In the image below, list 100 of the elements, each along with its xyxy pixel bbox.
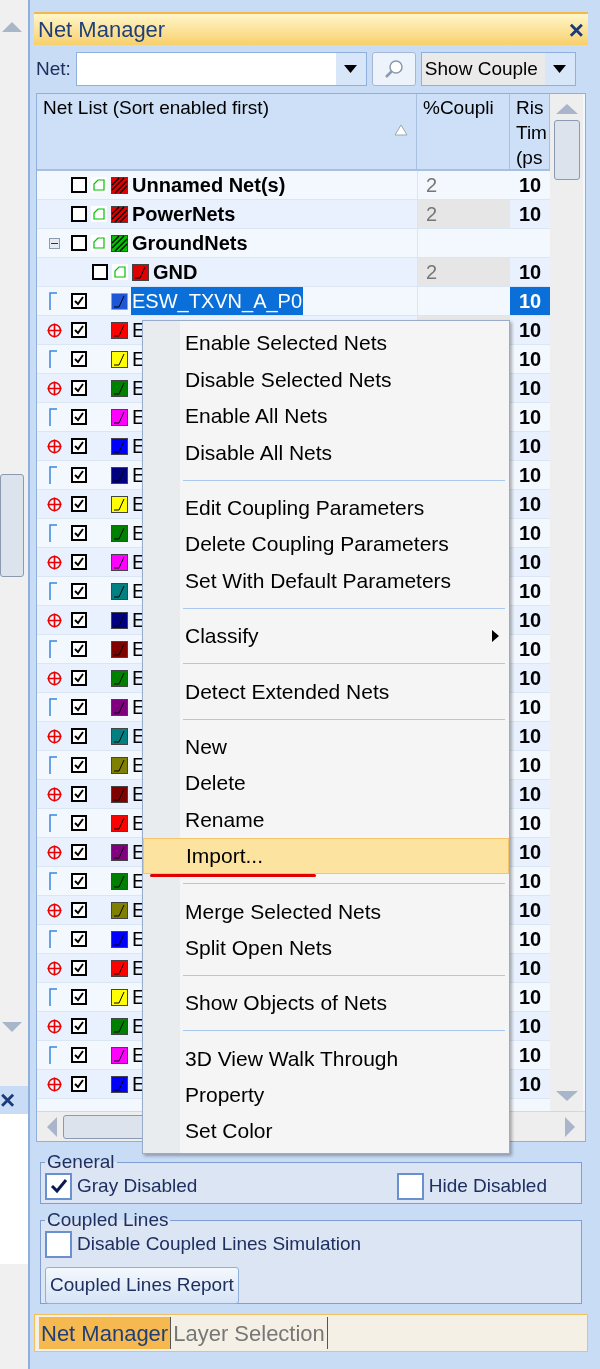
scroll-thumb[interactable] (553, 120, 580, 180)
menu-item[interactable]: Delete (143, 764, 509, 802)
rise-time-cell-text: 10 (519, 608, 542, 633)
checkbox[interactable] (396, 1172, 424, 1200)
checkbox[interactable] (71, 873, 87, 889)
net-name[interactable]: ESW_TXVN_A_P0 (131, 287, 304, 315)
scroll-down-icon (555, 1091, 578, 1103)
checkbox[interactable] (71, 815, 87, 831)
group-title: General (46, 1152, 116, 1172)
menu-item[interactable]: Show Objects of Nets (143, 984, 509, 1022)
checkbox[interactable] (71, 380, 87, 396)
column-header[interactable]: Net List (Sort enabled first) (37, 94, 417, 169)
checkbox[interactable] (71, 699, 87, 715)
bottom-tab[interactable]: Net Manager (39, 1317, 172, 1349)
vertical-scrollbar[interactable] (550, 94, 583, 1111)
menu-item[interactable]: Merge Selected Nets (143, 893, 509, 930)
net-name[interactable]: GroundNets (131, 229, 249, 257)
checkbox[interactable] (45, 1172, 72, 1200)
checkbox[interactable] (71, 1076, 87, 1092)
checkbox[interactable] (71, 844, 87, 860)
outline-icon (91, 235, 107, 251)
menu-item[interactable]: Enable All Nets (143, 397, 509, 435)
net-name[interactable]: PowerNets (131, 200, 237, 228)
menu-item[interactable]: Property (143, 1076, 509, 1114)
crosshair-icon (46, 496, 62, 512)
menu-item[interactable]: Disable All Nets (143, 434, 509, 471)
checkbox[interactable] (71, 757, 87, 773)
rise-time-cell-text: 10 (519, 811, 542, 836)
rise-time-cell-text: 10 (519, 579, 542, 604)
checkbox[interactable] (71, 931, 87, 947)
checkmark-icon (74, 354, 84, 364)
bottom-tab[interactable]: Layer Selection (171, 1317, 328, 1349)
crosshair-icon (46, 322, 62, 338)
search-button[interactable] (371, 52, 416, 86)
panel-title: Net Manager (38, 16, 166, 44)
rise-time-cell-text: 10 (519, 434, 542, 459)
checkbox[interactable] (71, 409, 87, 425)
menu-item[interactable]: Disable Selected Nets (143, 361, 509, 398)
checkbox[interactable] (71, 467, 87, 483)
checkbox[interactable] (71, 1047, 87, 1063)
checkmark-icon (74, 963, 84, 973)
net-name[interactable]: GND (152, 258, 199, 286)
checkmark-icon (74, 731, 84, 741)
rise-time-cell-text: 10 (519, 898, 542, 923)
checkbox[interactable] (71, 351, 87, 367)
checkmark-icon (74, 1079, 84, 1089)
caret-icon (553, 65, 567, 73)
coupled-lines-report-button[interactable]: Coupled Lines Report (45, 1266, 239, 1304)
collapse-toggle[interactable] (48, 237, 60, 249)
checkbox[interactable] (71, 496, 87, 512)
crosshair-icon (46, 1076, 62, 1092)
checkmark-icon (74, 818, 84, 828)
checkbox[interactable] (45, 1230, 72, 1258)
menu-item[interactable]: Split Open Nets (143, 929, 509, 966)
net-combo-field[interactable] (75, 52, 367, 86)
checkbox[interactable] (71, 554, 87, 570)
rise-time-cell-text: 10 (519, 463, 542, 488)
checkbox[interactable] (71, 438, 87, 454)
sort-arrow-icon (394, 124, 408, 136)
checkmark-icon (74, 499, 84, 509)
menu-item[interactable]: Detect Extended Nets (143, 673, 509, 710)
menu-item[interactable]: Rename (143, 801, 509, 838)
checkbox[interactable] (71, 583, 87, 599)
checkbox[interactable] (71, 293, 87, 309)
checkbox[interactable] (71, 525, 87, 541)
checkbox[interactable] (92, 264, 108, 280)
menu-item[interactable]: Set With Default Parameters (143, 562, 509, 599)
view-dropdown[interactable]: Show Couple (420, 52, 576, 86)
checkbox[interactable] (71, 612, 87, 628)
checkbox[interactable] (71, 235, 87, 251)
checkbox[interactable] (71, 902, 87, 918)
menu-item[interactable]: Classify (143, 617, 509, 655)
menu-item[interactable]: 3D View Walk Through (143, 1040, 509, 1077)
checkbox[interactable] (71, 989, 87, 1005)
checkmark-icon (74, 412, 84, 422)
menu-item[interactable]: Delete Coupling Parameters (143, 525, 509, 563)
tree-line-icon (49, 640, 59, 658)
checkmark-icon (74, 673, 84, 683)
close-button[interactable]: × (568, 16, 584, 43)
checkbox[interactable] (71, 670, 87, 686)
checkbox[interactable] (71, 206, 87, 222)
menu-item[interactable]: New (143, 728, 509, 765)
checkbox[interactable] (71, 641, 87, 657)
menu-item[interactable]: Import... (143, 837, 509, 875)
checkbox[interactable] (71, 322, 87, 338)
net-name[interactable]: Unnamed Net(s) (131, 171, 287, 199)
checkbox[interactable] (71, 786, 87, 802)
menu-item[interactable]: Enable Selected Nets (143, 325, 509, 362)
checkbox[interactable] (71, 960, 87, 976)
menu-item[interactable]: Set Color (143, 1113, 509, 1150)
scroll-thumb[interactable] (0, 474, 24, 577)
scroll-left-icon (45, 1116, 57, 1137)
scroll-up-icon (555, 102, 578, 114)
menu-item[interactable]: Edit Coupling Parameters (143, 489, 509, 526)
checkbox[interactable] (71, 177, 87, 193)
column-header[interactable]: %Coupli (417, 94, 510, 169)
group-title: Coupled Lines (46, 1210, 170, 1230)
checkbox[interactable] (71, 1018, 87, 1034)
checkbox[interactable] (71, 728, 87, 744)
checkmark-icon (74, 528, 84, 538)
